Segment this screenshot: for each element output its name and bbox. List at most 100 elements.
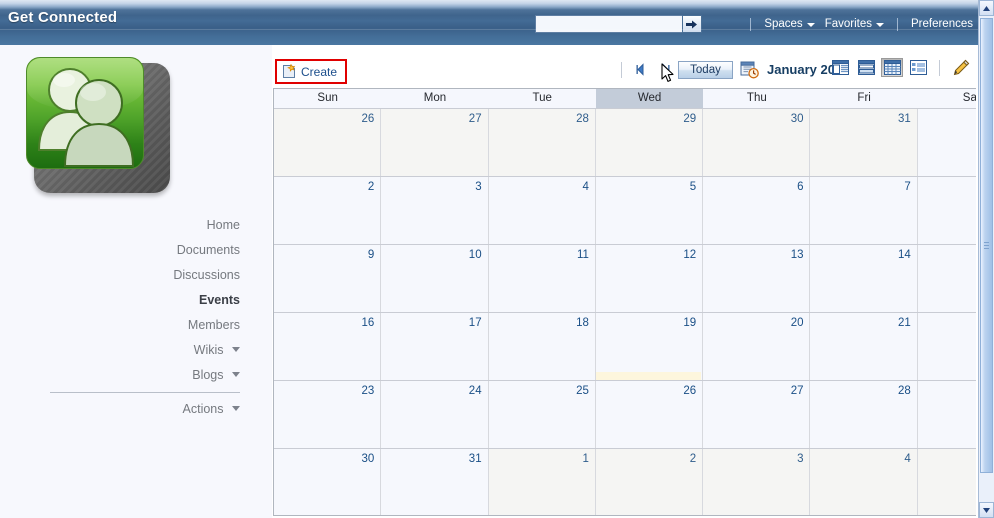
day-number-cell[interactable]: 25 <box>488 381 596 402</box>
day-cell[interactable] <box>703 266 811 312</box>
day-number-cell[interactable]: 27 <box>703 381 811 402</box>
day-cell[interactable] <box>703 198 811 244</box>
create-button[interactable]: Create <box>275 59 348 84</box>
nav-item-preferences[interactable]: Preferences <box>906 18 978 30</box>
day-cell[interactable] <box>488 266 596 312</box>
day-number-cell[interactable]: 2 <box>274 177 382 198</box>
day-cell[interactable] <box>274 130 382 176</box>
sidebar-item-documents[interactable]: Documents <box>0 238 250 263</box>
day-cell[interactable] <box>488 334 596 380</box>
day-number-cell[interactable]: 28 <box>810 381 918 402</box>
day-cell[interactable] <box>703 334 811 380</box>
day-number-cell[interactable]: 18 <box>488 313 596 334</box>
sidebar-item-blogs[interactable]: Blogs <box>0 363 250 388</box>
day-cell[interactable] <box>381 130 489 176</box>
day-cell-today[interactable] <box>595 334 704 380</box>
day-cell[interactable] <box>274 334 382 380</box>
day-number-cell[interactable]: 21 <box>810 313 918 334</box>
day-cell[interactable] <box>917 470 976 515</box>
day-number-cell[interactable]: 10 <box>381 245 489 266</box>
sidebar-item-wikis[interactable]: Wikis <box>0 338 250 363</box>
day-cell[interactable] <box>595 130 704 176</box>
day-number-cell[interactable]: 5 <box>917 449 976 470</box>
scrollbar-thumb[interactable] <box>980 18 993 473</box>
day-number-cell[interactable]: 5 <box>595 177 704 198</box>
day-cell[interactable] <box>274 198 382 244</box>
day-number-cell[interactable]: 22 <box>917 313 976 334</box>
day-number-cell[interactable]: 1 <box>917 109 976 130</box>
vertical-scrollbar[interactable] <box>978 0 994 518</box>
day-number-cell[interactable]: 26 <box>595 381 704 402</box>
nav-item-spaces[interactable]: Spaces <box>759 18 819 30</box>
day-number-cell[interactable]: 30 <box>703 109 811 130</box>
day-cell[interactable] <box>274 266 382 312</box>
day-cell[interactable] <box>381 334 489 380</box>
day-number-cell[interactable]: 31 <box>810 109 918 130</box>
view-week-button[interactable] <box>855 58 877 77</box>
sidebar-item-discussions[interactable]: Discussions <box>0 263 250 288</box>
day-number-cell[interactable]: 4 <box>810 449 918 470</box>
day-number-cell[interactable]: 26 <box>274 109 382 130</box>
day-number-cell[interactable]: 4 <box>488 177 596 198</box>
day-cell[interactable] <box>703 470 811 515</box>
day-number-cell[interactable]: 1 <box>488 449 596 470</box>
day-cell[interactable] <box>810 198 918 244</box>
day-cell[interactable] <box>595 266 704 312</box>
day-cell[interactable] <box>810 470 918 515</box>
day-cell[interactable] <box>810 130 918 176</box>
day-cell[interactable] <box>595 470 704 515</box>
day-number-cell[interactable]: 12 <box>595 245 704 266</box>
day-cell[interactable] <box>703 130 811 176</box>
day-number-cell[interactable]: 15 <box>917 245 976 266</box>
view-month-button[interactable] <box>881 58 903 77</box>
day-cell[interactable] <box>917 266 976 312</box>
day-cell[interactable] <box>381 402 489 448</box>
search-input[interactable] <box>535 15 682 33</box>
day-cell[interactable] <box>810 402 918 448</box>
scroll-down-button[interactable] <box>979 502 994 518</box>
day-cell[interactable] <box>274 402 382 448</box>
day-cell[interactable] <box>703 402 811 448</box>
day-number-cell[interactable]: 14 <box>810 245 918 266</box>
day-cell[interactable] <box>595 198 704 244</box>
day-cell[interactable] <box>917 402 976 448</box>
day-cell[interactable] <box>488 402 596 448</box>
view-list-button[interactable] <box>907 58 929 77</box>
view-day-button[interactable] <box>829 58 851 77</box>
day-number-cell[interactable]: 17 <box>381 313 489 334</box>
day-number-cell[interactable]: 27 <box>381 109 489 130</box>
day-cell[interactable] <box>917 198 976 244</box>
day-number-cell[interactable]: 11 <box>488 245 596 266</box>
day-cell[interactable] <box>488 470 596 515</box>
sidebar-item-events[interactable]: Events <box>0 288 250 313</box>
today-button[interactable]: Today <box>678 61 733 79</box>
pick-date-icon[interactable] <box>740 60 759 79</box>
day-number-cell[interactable]: 13 <box>703 245 811 266</box>
day-number-cell[interactable]: 7 <box>810 177 918 198</box>
day-number-cell[interactable]: 2 <box>595 449 704 470</box>
day-number-cell[interactable]: 3 <box>703 449 811 470</box>
day-number-cell[interactable]: 20 <box>703 313 811 334</box>
sidebar-item-actions[interactable]: Actions <box>0 397 250 422</box>
day-number-cell[interactable]: 6 <box>703 177 811 198</box>
search-go-button[interactable] <box>682 15 702 33</box>
day-number-cell[interactable]: 30 <box>274 449 382 470</box>
day-cell[interactable] <box>381 198 489 244</box>
day-number-cell[interactable]: 3 <box>381 177 489 198</box>
day-cell[interactable] <box>274 470 382 515</box>
day-number-cell[interactable]: 8 <box>917 177 976 198</box>
sidebar-item-members[interactable]: Members <box>0 313 250 338</box>
day-cell[interactable] <box>917 130 976 176</box>
day-cell[interactable] <box>381 266 489 312</box>
scrollbar-track[interactable] <box>979 16 994 502</box>
day-cell[interactable] <box>488 130 596 176</box>
day-number-cell[interactable]: 28 <box>488 109 596 130</box>
day-number-cell[interactable]: 24 <box>381 381 489 402</box>
day-number-cell[interactable]: 31 <box>381 449 489 470</box>
day-cell[interactable] <box>917 334 976 380</box>
edit-button[interactable] <box>950 58 972 77</box>
next-month-button[interactable] <box>659 63 672 76</box>
day-number-cell[interactable]: 29 <box>917 381 976 402</box>
day-cell[interactable] <box>488 198 596 244</box>
day-cell[interactable] <box>595 402 704 448</box>
